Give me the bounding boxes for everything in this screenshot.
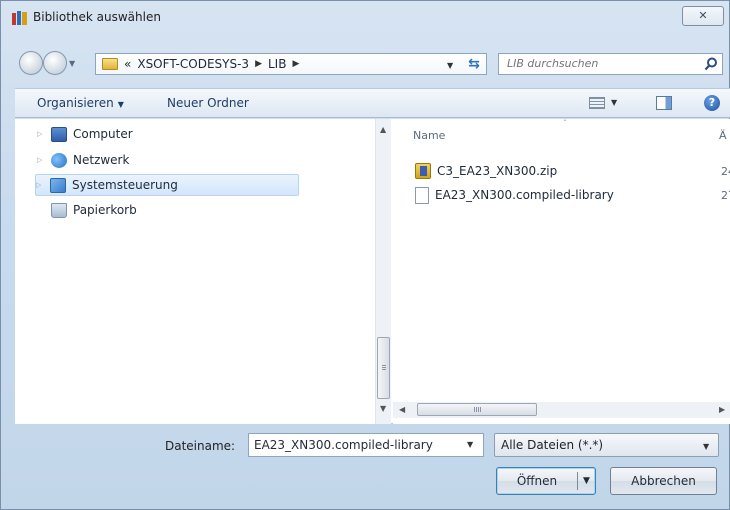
open-button[interactable]: Öffnen ▼ (496, 467, 596, 495)
sort-indicator-icon: ˆ (563, 119, 567, 128)
scroll-down-icon[interactable]: ▼ (380, 404, 386, 413)
library-books-icon (12, 11, 27, 25)
chevron-down-icon[interactable]: ▼ (611, 98, 617, 107)
file-list: ˆ Name Ä C3_EA23_XN300.zip 24 EA23_XN300… (393, 119, 730, 424)
control-panel-icon (50, 177, 66, 193)
search-icon[interactable] (704, 57, 718, 71)
file-name: C3_EA23_XN300.zip (437, 164, 558, 178)
breadcrumb-item-xsoft[interactable]: XSOFT-CODESYS-3 (137, 57, 249, 71)
expand-icon[interactable]: ▷ (37, 156, 45, 164)
folder-icon (102, 58, 118, 70)
cancel-button[interactable]: Abbrechen (610, 467, 717, 495)
forward-button[interactable] (43, 51, 67, 75)
split-divider (577, 472, 578, 490)
breadcrumb-item-lib[interactable]: LIB (268, 57, 286, 71)
scrollbar-thumb[interactable] (417, 403, 537, 416)
nav-vertical-scrollbar[interactable]: ▲ ▼ (375, 119, 391, 424)
grip-icon (474, 407, 481, 412)
refresh-icon[interactable]: ⇆ (463, 53, 485, 75)
window-title: Bibliothek auswählen (33, 10, 161, 24)
navigation-pane: ▷ Computer ▷ Netzwerk ▷ Systemsteuerung … (15, 119, 375, 424)
view-options-icon[interactable] (589, 97, 605, 109)
filename-input[interactable] (254, 438, 462, 452)
address-row: ▼ « XSOFT-CODESYS-3 ▶ LIB ▶ ▼ ⇆ (1, 41, 729, 77)
command-bar: Organisieren ▼ Neuer Ordner ▼ ? (15, 88, 730, 118)
tree-item-label: Netzwerk (73, 153, 130, 167)
file-date: 27 (721, 189, 730, 202)
computer-icon (51, 126, 67, 142)
filename-label: Dateiname: (165, 439, 236, 453)
chevron-right-icon[interactable]: ▶ (292, 59, 299, 69)
file-row[interactable]: EA23_XN300.compiled-library (415, 185, 614, 205)
tree-item-label: Papierkorb (73, 203, 137, 217)
back-button[interactable] (19, 51, 43, 75)
scrollbar-thumb[interactable] (377, 337, 390, 399)
filename-combobox[interactable]: ▼ (248, 433, 484, 457)
preview-pane-icon[interactable] (656, 96, 672, 110)
expand-icon[interactable]: ▷ (36, 181, 44, 189)
expand-icon[interactable]: ▷ (37, 130, 45, 138)
file-name: EA23_XN300.compiled-library (435, 188, 614, 202)
chevron-down-icon: ▼ (117, 100, 124, 109)
tree-item-control-panel[interactable]: ▷ Systemsteuerung (35, 174, 299, 196)
search-box[interactable] (498, 53, 723, 75)
scroll-right-icon[interactable]: ▶ (719, 405, 725, 414)
search-input[interactable] (507, 57, 687, 70)
chevron-down-icon[interactable]: ▼ (703, 442, 709, 451)
chevron-down-icon[interactable]: ▼ (583, 468, 590, 494)
tree-item-network[interactable]: ▷ Netzwerk (37, 149, 129, 171)
network-icon (51, 152, 67, 168)
open-button-label: Öffnen (516, 474, 558, 488)
grip-icon (382, 365, 386, 371)
breadcrumb-overflow[interactable]: « (124, 57, 131, 71)
recent-pages-dropdown-icon[interactable]: ▼ (69, 59, 75, 68)
title-bar: Bibliothek auswählen ✕ (1, 1, 729, 37)
chevron-down-icon[interactable]: ▼ (467, 440, 473, 449)
filetype-select[interactable]: Alle Dateien (*.*) ▼ (494, 433, 719, 457)
tree-item-recycle-bin[interactable]: Papierkorb (37, 199, 137, 221)
organize-label: Organisieren (37, 96, 114, 110)
close-button[interactable]: ✕ (682, 6, 724, 26)
main-area: ▷ Computer ▷ Netzwerk ▷ Systemsteuerung … (15, 119, 730, 424)
organize-button[interactable]: Organisieren ▼ (37, 96, 124, 110)
document-icon (415, 186, 429, 204)
tree-item-computer[interactable]: ▷ Computer (37, 123, 133, 145)
filetype-value: Alle Dateien (*.*) (501, 438, 604, 452)
address-dropdown-icon[interactable]: ▼ (447, 61, 453, 70)
new-folder-button[interactable]: Neuer Ordner (167, 96, 249, 110)
scroll-up-icon[interactable]: ▲ (380, 125, 386, 134)
file-open-dialog: Bibliothek auswählen ✕ ▼ « XSOFT-CODESYS… (0, 0, 730, 510)
column-header-date[interactable]: Ä (719, 129, 727, 142)
file-row[interactable]: C3_EA23_XN300.zip (415, 161, 557, 181)
scroll-left-icon[interactable]: ◀ (399, 405, 405, 414)
recycle-bin-icon (51, 202, 67, 218)
column-header-name[interactable]: Name (413, 129, 445, 142)
chevron-right-icon[interactable]: ▶ (255, 59, 262, 69)
zip-icon (415, 163, 431, 179)
address-bar[interactable]: « XSOFT-CODESYS-3 ▶ LIB ▶ (95, 53, 487, 75)
tree-item-label: Systemsteuerung (72, 178, 178, 192)
tree-item-label: Computer (73, 127, 133, 141)
file-list-horizontal-scrollbar[interactable]: ◀ ▶ (393, 402, 730, 418)
help-icon[interactable]: ? (704, 95, 720, 111)
file-date: 24 (721, 165, 730, 178)
